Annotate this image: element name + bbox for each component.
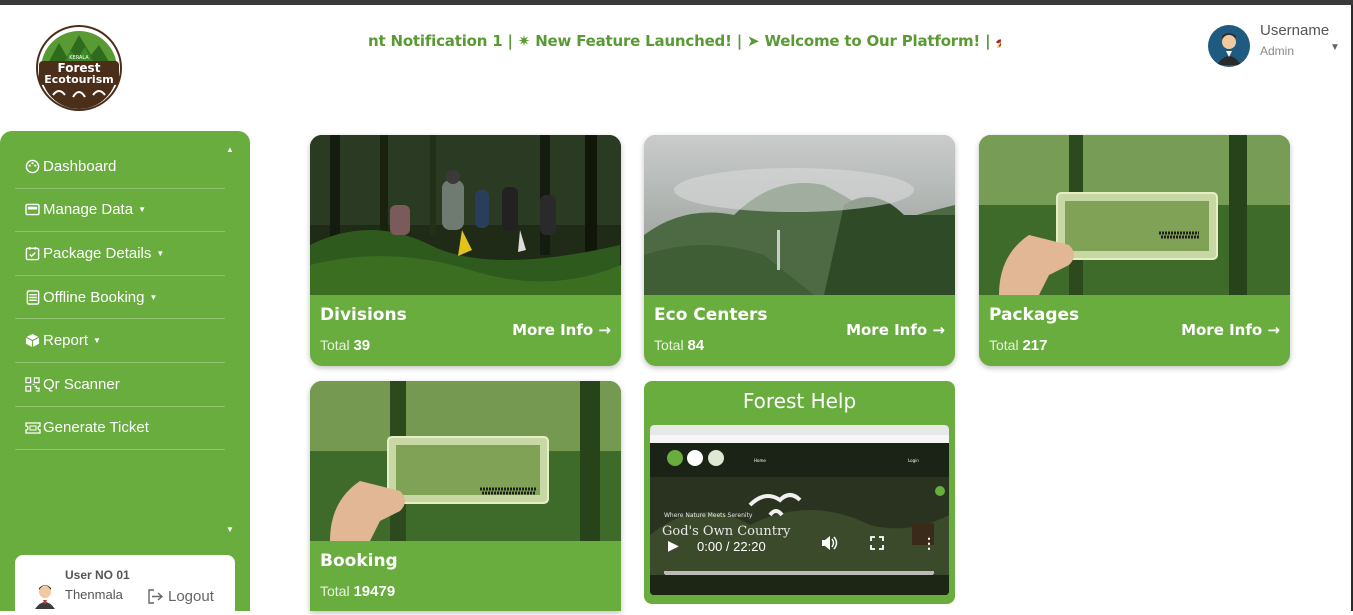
caret-down-icon: ▼ [156, 248, 165, 258]
card-total: Total 19479 [320, 583, 396, 600]
user-role-label: Admin [1260, 44, 1295, 58]
card-title: Eco Centers [654, 305, 768, 325]
forest-ecotourism-logo[interactable]: KERALA Forest Ecotourism [33, 25, 125, 111]
packages-image [979, 135, 1290, 295]
calendar-check-icon [24, 245, 41, 262]
sidebar-menu: Dashboard Manage Data ▼ Package Details … [15, 145, 225, 451]
more-info-link[interactable]: More Info → [1181, 321, 1280, 339]
more-options-icon[interactable]: ⋮ [922, 535, 936, 552]
card-total: Total 39 [320, 337, 371, 354]
card-title: Divisions [320, 305, 407, 325]
user-avatar [1208, 25, 1250, 67]
sidebar-item-label: Offline Booking [43, 288, 145, 306]
card-icon [24, 201, 41, 218]
eco-centers-card[interactable]: Eco Centers Total 84 More Info → [644, 135, 955, 366]
sidebar-item-dashboard[interactable]: Dashboard [15, 145, 225, 189]
fullscreen-icon[interactable] [870, 536, 884, 555]
sidebar-item-label: Report [43, 332, 89, 350]
card-title: Packages [989, 305, 1080, 325]
video-time: 0:00 / 22:20 [697, 539, 766, 554]
top-border [0, 0, 1353, 5]
sidebar-item-manage-data[interactable]: Manage Data ▼ [15, 189, 225, 233]
user-card-name: User NO 01 [65, 568, 130, 582]
marquee-text: nt Notification 1 | ✷ New Feature Launch… [368, 32, 1001, 50]
card-title: Booking [320, 551, 398, 571]
play-icon[interactable]: ▶ [668, 537, 679, 554]
video-nav-login: Login [908, 458, 919, 463]
sidebar-item-label: Qr Scanner [43, 375, 120, 393]
booking-image [310, 381, 621, 541]
sidebar-item-qr-scanner[interactable]: Qr Scanner [15, 363, 225, 407]
video-progress-bar[interactable] [665, 572, 933, 575]
user-card-avatar [33, 583, 57, 609]
scroll-down-icon[interactable]: ▼ [226, 525, 234, 534]
sidebar: ▲ Dashboard Manage Data ▼ Package Detail… [0, 131, 250, 615]
booking-card[interactable]: Booking Total 19479 [310, 381, 621, 611]
server-icon [24, 289, 41, 306]
caret-down-icon: ▼ [138, 205, 146, 215]
card-total: Total 84 [654, 337, 705, 354]
divisions-image [310, 135, 621, 295]
sidebar-item-package-details[interactable]: Package Details ▼ [15, 232, 225, 276]
ticket-icon [24, 419, 41, 436]
video-overlay-small: Where Nature Meets Serenity [664, 512, 753, 519]
box-icon [24, 332, 41, 349]
sidebar-item-generate-ticket[interactable]: Generate Ticket [15, 407, 225, 451]
sidebar-item-offline-booking[interactable]: Offline Booking ▼ [15, 276, 225, 320]
sidebar-item-label: Dashboard [43, 157, 117, 175]
palette-icon [24, 158, 41, 175]
forest-help-title: Forest Help [742, 389, 857, 413]
help-video-player[interactable]: Where Nature Meets Serenity God's Own Co… [650, 425, 949, 595]
logo-ecotourism-text: Ecotourism [44, 73, 113, 86]
arrow-right-icon: → [598, 321, 611, 339]
more-info-link[interactable]: More Info → [846, 321, 945, 339]
card-total: Total 217 [989, 337, 1048, 354]
username-label: Username [1260, 22, 1330, 39]
arrow-right-icon: → [932, 321, 945, 339]
caret-down-icon: ▼ [93, 336, 101, 346]
sidebar-item-label: Generate Ticket [43, 419, 149, 437]
user-menu[interactable]: Username Admin ▼ [1208, 22, 1343, 72]
sidebar-item-label: Package Details [43, 244, 152, 262]
logout-label: Logout [168, 588, 214, 605]
logout-icon [147, 589, 163, 604]
eco-centers-image [644, 135, 955, 295]
chevron-down-icon[interactable]: ▼ [1330, 42, 1340, 53]
arrow-right-icon: → [1267, 321, 1280, 339]
packages-card[interactable]: Packages Total 217 More Info → [979, 135, 1290, 366]
caret-down-icon: ▼ [149, 292, 158, 302]
scroll-up-icon[interactable]: ▲ [226, 145, 234, 154]
sidebar-user-card: User NO 01 Thenmala Logout [15, 555, 235, 615]
qr-icon [24, 376, 41, 393]
video-nav-home: Home [754, 458, 766, 463]
sidebar-item-report[interactable]: Report ▼ [15, 319, 225, 363]
video-overlay-title: God's Own Country [662, 524, 791, 539]
notification-marquee: nt Notification 1 | ✷ New Feature Launch… [368, 30, 1001, 54]
sidebar-item-label: Manage Data [43, 201, 134, 219]
more-info-link[interactable]: More Info → [512, 321, 611, 339]
divisions-card[interactable]: Divisions Total 39 More Info → [310, 135, 621, 366]
user-card-place: Thenmala [65, 587, 123, 602]
logout-button[interactable]: Logout [147, 588, 214, 605]
forest-help-panel: Forest Help Where Nature Meets Serenity … [644, 381, 955, 604]
volume-icon[interactable] [820, 535, 838, 556]
